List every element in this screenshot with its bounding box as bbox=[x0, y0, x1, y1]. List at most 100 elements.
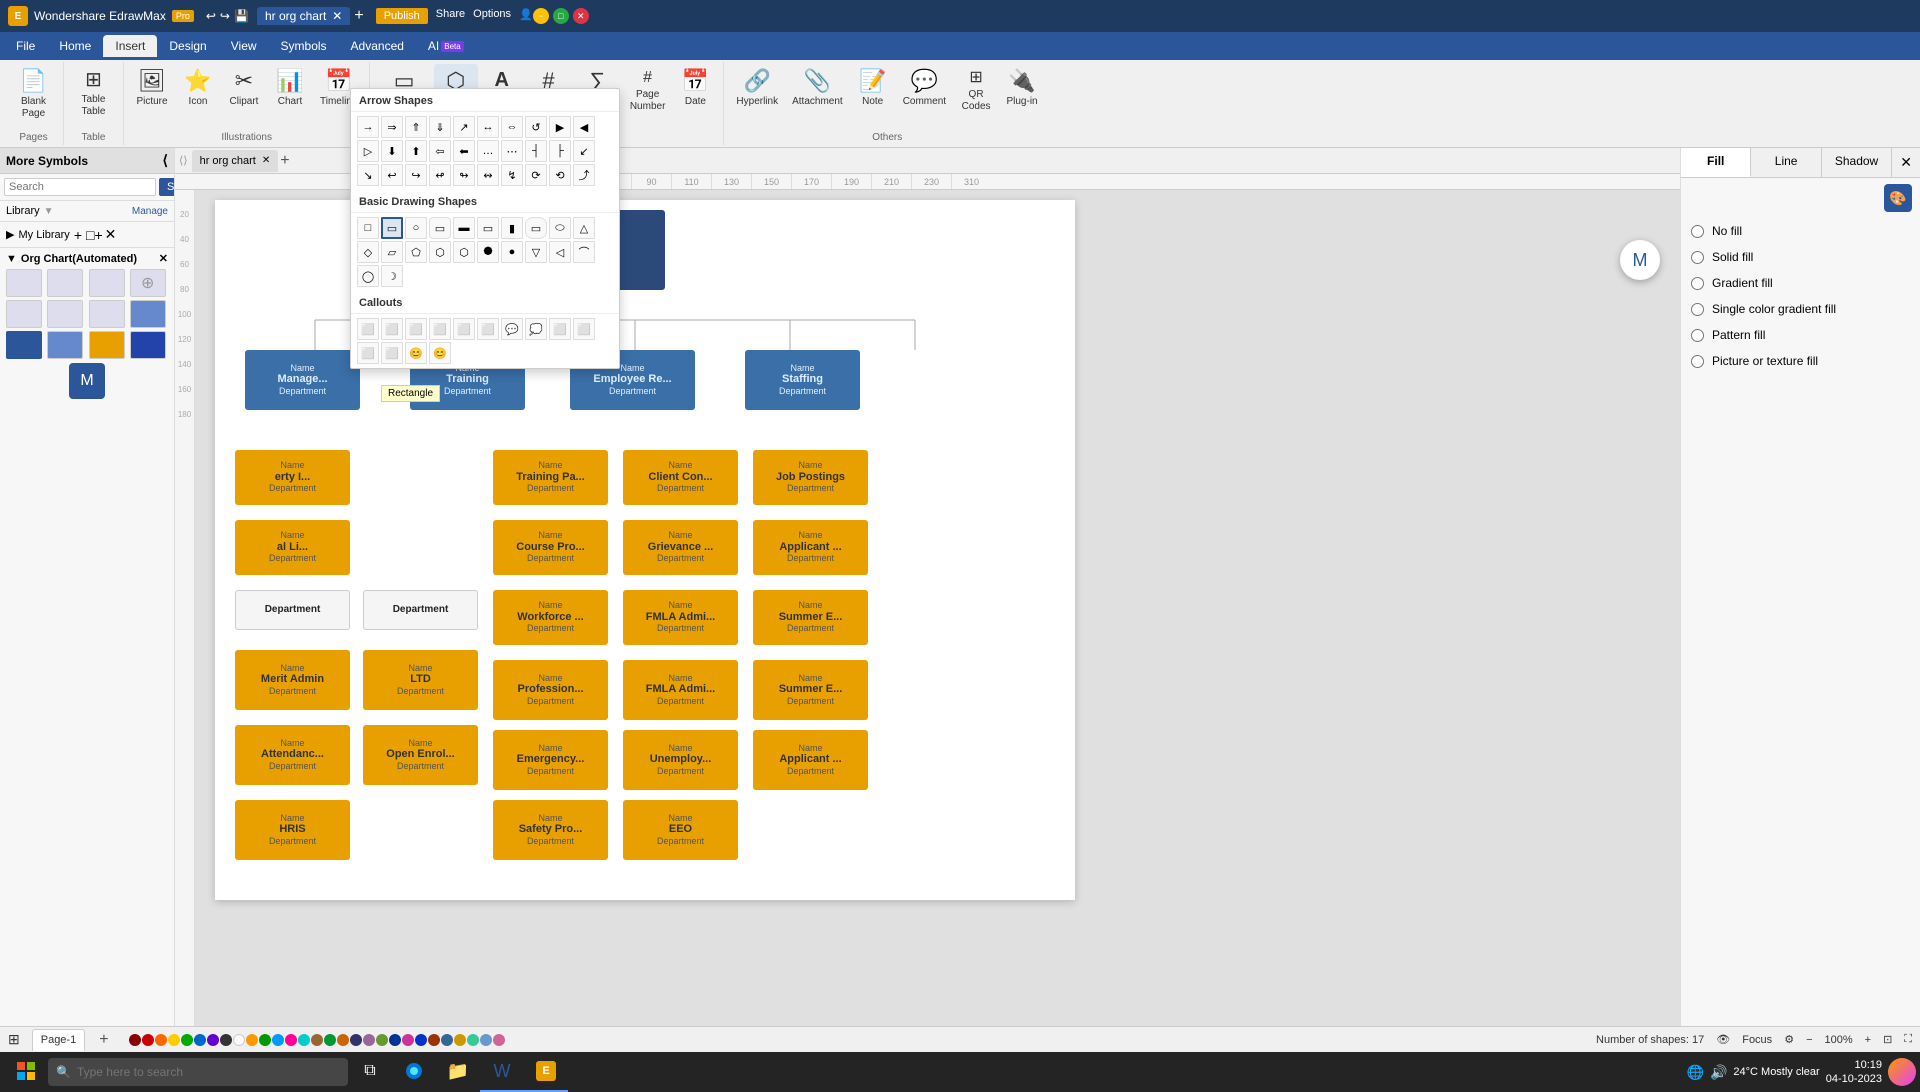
edrawmax-taskbar-icon[interactable]: E bbox=[524, 1052, 568, 1092]
l1-node-staffing[interactable]: Name Staffing Department bbox=[745, 350, 860, 410]
zoom-out-button[interactable]: − bbox=[1806, 1034, 1812, 1046]
arrow-shape-2[interactable]: ⇒ bbox=[381, 116, 403, 138]
basic-triangle3[interactable]: ◁ bbox=[549, 241, 571, 263]
focus-button[interactable]: 👁 bbox=[1716, 1033, 1730, 1046]
basic-circle[interactable]: ○ bbox=[405, 217, 427, 239]
plugin-button[interactable]: 🔌 Plug-in bbox=[1000, 64, 1044, 112]
color-darkred[interactable] bbox=[129, 1034, 141, 1046]
arrow-shape-4[interactable]: ⇓ bbox=[429, 116, 451, 138]
my-library-header[interactable]: ▶ My Library + □+ ✕ bbox=[6, 226, 168, 243]
basic-triangle1[interactable]: △ bbox=[573, 217, 595, 239]
color-brown[interactable] bbox=[311, 1034, 323, 1046]
shape-thumb-4[interactable]: ⊕ bbox=[130, 269, 166, 297]
picture-button[interactable]: 🖼 Picture bbox=[130, 64, 174, 112]
color-red[interactable] bbox=[142, 1034, 154, 1046]
gradient-fill-option[interactable]: Gradient fill bbox=[1681, 270, 1920, 296]
arrow-shape-26[interactable]: ↭ bbox=[477, 164, 499, 186]
color-white[interactable] bbox=[233, 1034, 245, 1046]
l2-unemploy[interactable]: Name FMLA Admi... Department bbox=[623, 660, 738, 720]
maximize-button[interactable]: □ bbox=[553, 8, 569, 24]
fullscreen-button[interactable]: ⛶ bbox=[1904, 1033, 1912, 1046]
tab-view[interactable]: View bbox=[219, 35, 269, 57]
arrow-shape-10[interactable]: ◀ bbox=[573, 116, 595, 138]
dept-box-1[interactable]: Department bbox=[235, 590, 350, 630]
arrow-shape-22[interactable]: ↩ bbox=[381, 164, 403, 186]
callout-12[interactable]: ⬜ bbox=[381, 342, 403, 364]
user-avatar[interactable] bbox=[1888, 1058, 1916, 1086]
comment-button[interactable]: 💬 Comment bbox=[897, 64, 952, 112]
add-library-button[interactable]: + bbox=[74, 227, 82, 243]
color-maroon[interactable] bbox=[428, 1034, 440, 1046]
color-orange2[interactable] bbox=[246, 1034, 258, 1046]
settings-icon[interactable]: ⚙ bbox=[1784, 1033, 1794, 1046]
color-green[interactable] bbox=[181, 1034, 193, 1046]
close-button[interactable]: ✕ bbox=[573, 8, 589, 24]
l2-applicant3[interactable]: Name Applicant ... Department bbox=[753, 730, 868, 790]
callout-11[interactable]: ⬜ bbox=[357, 342, 379, 364]
single-color-gradient-option[interactable]: Single color gradient fill bbox=[1681, 296, 1920, 322]
arrow-shape-3[interactable]: ⇑ bbox=[405, 116, 427, 138]
add-page-bottom[interactable]: + bbox=[99, 1031, 108, 1049]
callout-2[interactable]: ⬜ bbox=[381, 318, 403, 340]
basic-rounded[interactable]: ▭ bbox=[429, 217, 451, 239]
basic-rect-1[interactable]: □ bbox=[357, 217, 379, 239]
l2-al-li[interactable]: Name al Li... Department bbox=[235, 520, 350, 575]
org-section-close[interactable]: ✕ bbox=[159, 252, 168, 265]
basic-heptagon[interactable]: ⬡ bbox=[453, 241, 475, 263]
no-fill-option[interactable]: No fill bbox=[1681, 218, 1920, 244]
tab-home[interactable]: Home bbox=[47, 35, 103, 57]
single-color-gradient-radio[interactable] bbox=[1691, 303, 1704, 316]
shape-thumb-6[interactable] bbox=[47, 300, 83, 328]
new-tab-button[interactable]: + bbox=[354, 7, 363, 25]
l2-grievance[interactable]: Name Grievance ... Department bbox=[623, 520, 738, 575]
tab-file[interactable]: File bbox=[4, 35, 47, 57]
l2-applicant1[interactable]: Name Applicant ... Department bbox=[753, 520, 868, 575]
l2-training-pa[interactable]: Name Training Pa... Department bbox=[493, 450, 608, 505]
file-tab[interactable]: hr org chart ✕ bbox=[257, 7, 350, 25]
right-panel-close[interactable]: ✕ bbox=[1892, 148, 1920, 177]
color-mint[interactable] bbox=[467, 1034, 479, 1046]
basic-hexagon[interactable]: ⬡ bbox=[429, 241, 451, 263]
file-tab-close[interactable]: ✕ bbox=[332, 9, 342, 23]
basic-octagon[interactable]: ⯄ bbox=[477, 241, 499, 263]
l2-safety-pro[interactable]: Name Safety Pro... Department bbox=[493, 800, 608, 860]
page-tab-bottom[interactable]: Page-1 bbox=[32, 1029, 85, 1051]
sidebar-avatar[interactable]: M bbox=[69, 363, 105, 399]
tab-advanced[interactable]: Advanced bbox=[339, 35, 416, 57]
network-icon[interactable]: 🌐 bbox=[1687, 1064, 1704, 1081]
color-green2[interactable] bbox=[259, 1034, 271, 1046]
arrow-shape-9[interactable]: ▶ bbox=[549, 116, 571, 138]
save-button[interactable]: 💾 bbox=[234, 9, 249, 23]
share-button[interactable]: Share bbox=[436, 8, 465, 24]
basic-crescent[interactable]: ☽ bbox=[381, 265, 403, 287]
color-blue[interactable] bbox=[194, 1034, 206, 1046]
callout-9[interactable]: ⬜ bbox=[549, 318, 571, 340]
pattern-fill-radio[interactable] bbox=[1691, 329, 1704, 342]
color-olive[interactable] bbox=[376, 1034, 388, 1046]
line-tab[interactable]: Line bbox=[1751, 148, 1821, 177]
color-lightblue[interactable] bbox=[272, 1034, 284, 1046]
color-purple[interactable] bbox=[207, 1034, 219, 1046]
dept-box-2[interactable]: Department bbox=[363, 590, 478, 630]
picture-fill-radio[interactable] bbox=[1691, 355, 1704, 368]
l2-fmla[interactable]: Name FMLA Admi... Department bbox=[623, 590, 738, 645]
arrow-shape-24[interactable]: ↫ bbox=[429, 164, 451, 186]
canvas-action-button[interactable]: M bbox=[1620, 240, 1660, 280]
note-button[interactable]: 📝 Note bbox=[851, 64, 895, 112]
page-number-button[interactable]: # Page Number bbox=[624, 64, 672, 117]
shape-thumb-3[interactable] bbox=[89, 269, 125, 297]
shape-thumb-7[interactable] bbox=[89, 300, 125, 328]
hyperlink-button[interactable]: 🔗 Hyperlink bbox=[730, 64, 784, 112]
l2-hris[interactable]: Name HRIS Department bbox=[235, 800, 350, 860]
callout-4[interactable]: ⬜ bbox=[429, 318, 451, 340]
callout-3[interactable]: ⬜ bbox=[405, 318, 427, 340]
canvas-paper[interactable]: Name tor of Human Resources Department N… bbox=[215, 200, 1075, 900]
shape-thumb-9[interactable] bbox=[6, 331, 42, 359]
arrow-shape-16[interactable]: … bbox=[477, 140, 499, 162]
arrow-shape-25[interactable]: ↬ bbox=[453, 164, 475, 186]
qr-codes-button[interactable]: ⊞ QR Codes bbox=[954, 64, 998, 117]
basic-rect-wide[interactable]: ▬ bbox=[453, 217, 475, 239]
arrow-shape-19[interactable]: ├ bbox=[549, 140, 571, 162]
file-explorer-icon[interactable]: 📁 bbox=[436, 1052, 480, 1092]
fill-color-button[interactable]: 🎨 bbox=[1884, 184, 1912, 212]
